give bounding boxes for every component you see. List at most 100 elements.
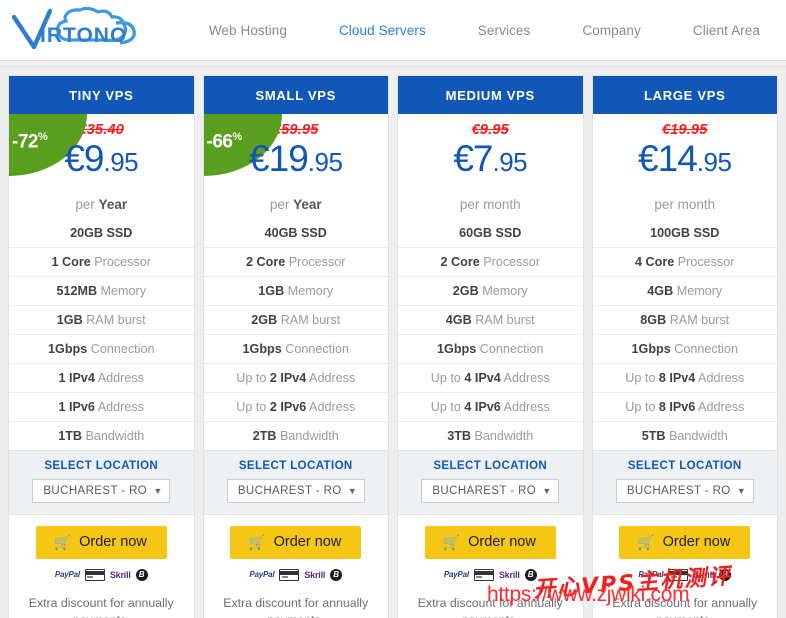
feature-label: Address — [695, 400, 745, 414]
feature-list: 60GB SSD 2 Core Processor 2GB Memory 4GB RA… — [398, 222, 583, 450]
bitcoin-icon: B — [719, 568, 732, 581]
order-now-button[interactable]: 🛒 Order now — [35, 526, 167, 559]
location-label: SELECT LOCATION — [44, 460, 159, 472]
feature-label: Address — [500, 400, 550, 414]
nav-item-services[interactable]: Services — [452, 23, 557, 38]
feature-value: 8 IPv4 — [658, 371, 696, 385]
feature-label: Bandwidth — [665, 429, 728, 443]
billing-period: per month — [593, 184, 778, 216]
feature-list: 100GB SSD 4 Core Processor 4GB Memory 8GB R… — [592, 222, 777, 450]
feature-label: Address — [500, 371, 550, 385]
feature-item: 1 Core Processor — [9, 247, 194, 276]
order-button-label: Order now — [662, 534, 731, 550]
feature-label: RAM burst — [277, 313, 341, 327]
nav-item-client-area[interactable]: Client Area — [667, 23, 786, 38]
feature-prefix: Up to — [430, 400, 465, 414]
feature-item: 40GB SSD — [204, 222, 389, 247]
feature-item: Up to 8 IPv4 Address — [592, 363, 777, 392]
feature-prefix: Up to — [430, 371, 465, 385]
feature-label: Address — [94, 400, 144, 414]
feature-value: 2GB — [452, 284, 479, 298]
payment-methods: PayPal Skrill B — [9, 568, 194, 581]
payment-methods: PayPal Skrill B — [593, 568, 778, 581]
current-price: €19.95 — [204, 140, 389, 184]
feature-value: 1TB — [58, 429, 82, 443]
location-select-wrapper: BUCHAREST - RO ▼ — [32, 479, 171, 503]
nav-item-cloud-servers[interactable]: Cloud Servers — [313, 23, 452, 38]
location-selector-section: SELECT LOCATION BUCHAREST - RO ▼ — [9, 450, 194, 515]
feature-label: Processor — [285, 255, 346, 269]
price-section: -66% €59.95 €19.95 per Year — [203, 114, 389, 222]
feature-item: Up to 2 IPv4 Address — [203, 363, 388, 392]
feature-value: 1 IPv4 — [58, 371, 95, 385]
feature-item: 2 Core Processor — [203, 247, 388, 276]
feature-label: Memory — [478, 284, 528, 298]
site-logo[interactable]: IRTONO — [0, 7, 183, 53]
cart-plus-icon: 🛒 — [248, 534, 266, 550]
location-select[interactable]: BUCHAREST - RO — [615, 479, 754, 503]
feature-value: 4GB — [647, 284, 674, 298]
location-selector-section: SELECT LOCATION BUCHAREST - RO ▼ — [398, 450, 583, 515]
location-select[interactable]: BUCHAREST - RO — [421, 479, 560, 503]
skrill-logo: Skrill — [693, 569, 715, 580]
header-divider — [0, 60, 786, 67]
price-fraction: .95 — [103, 147, 139, 177]
period-value: month — [677, 197, 716, 212]
feature-item: 1Gbps Connection — [592, 334, 777, 363]
credit-card-icon — [84, 568, 105, 581]
feature-value: 40GB SSD — [264, 226, 327, 240]
feature-prefix: Up to — [625, 400, 659, 414]
feature-value: 4GB — [445, 313, 472, 327]
feature-item: Up to 4 IPv4 Address — [398, 363, 583, 392]
credit-card-icon — [473, 568, 494, 581]
feature-value: 8 IPv6 — [658, 400, 696, 414]
feature-item: 2TB Bandwidth — [203, 421, 388, 450]
feature-item: 1Gbps Connection — [398, 334, 583, 363]
cart-plus-icon: 🛒 — [637, 534, 655, 550]
location-label: SELECT LOCATION — [433, 460, 548, 472]
order-now-button[interactable]: 🛒 Order now — [230, 526, 362, 559]
feature-item: 3TB Bandwidth — [398, 421, 583, 450]
plan-title: TINY VPS — [9, 76, 194, 114]
period-value: month — [483, 197, 521, 212]
order-button-label: Order now — [273, 534, 342, 550]
old-price: €9.95 — [471, 122, 509, 138]
feature-item: 1 IPv4 Address — [9, 363, 194, 392]
feature-item: 2 Core Processor — [398, 247, 583, 276]
feature-value: 512MB — [56, 284, 98, 298]
feature-value: 2 Core — [440, 255, 480, 269]
price-whole: €7 — [453, 138, 493, 179]
feature-label: RAM burst — [666, 313, 730, 327]
feature-item: 4GB RAM burst — [398, 305, 583, 334]
feature-value: 1GB — [258, 284, 285, 298]
paypal-logo: PayPal — [249, 570, 275, 579]
location-select[interactable]: BUCHAREST - RO — [32, 479, 171, 503]
nav-item-web-hosting[interactable]: Web Hosting — [183, 23, 313, 38]
feature-value: 3TB — [447, 429, 471, 443]
price-whole: €9 — [64, 138, 104, 179]
pricing-card: TINY VPS -72% €35.40 €9.95 per Year 20GB… — [8, 75, 195, 618]
feature-label: Bandwidth — [276, 429, 339, 443]
pricing-card: SMALL VPS -66% €59.95 €19.95 per Year 40… — [202, 75, 389, 618]
nav-item-company[interactable]: Company — [556, 23, 666, 38]
price-fraction: .95 — [696, 147, 732, 177]
period-prefix: per — [269, 197, 294, 212]
feature-label: Address — [306, 400, 356, 414]
location-select[interactable]: BUCHAREST - RO — [226, 479, 365, 503]
feature-value: 20GB SSD — [70, 226, 133, 240]
order-now-button[interactable]: 🛒 Order now — [424, 526, 556, 559]
feature-label: Address — [695, 371, 745, 385]
feature-value: 2GB — [251, 313, 278, 327]
order-now-button[interactable]: 🛒 Order now — [619, 526, 751, 559]
feature-item: 4 Core Processor — [592, 247, 777, 276]
feature-value: 1Gbps — [437, 342, 477, 356]
feature-value: 4 IPv4 — [464, 371, 501, 385]
pricing-plans-grid: TINY VPS -72% €35.40 €9.95 per Year 20GB… — [0, 67, 786, 618]
feature-value: 2TB — [252, 429, 277, 443]
feature-label: Memory — [284, 284, 334, 298]
discount-note: Extra discount for annually payments. — [223, 596, 369, 618]
feature-value: 1Gbps — [48, 342, 88, 356]
feature-value: 5TB — [641, 429, 666, 443]
period-value: Year — [293, 197, 322, 212]
period-value: Year — [98, 197, 128, 212]
